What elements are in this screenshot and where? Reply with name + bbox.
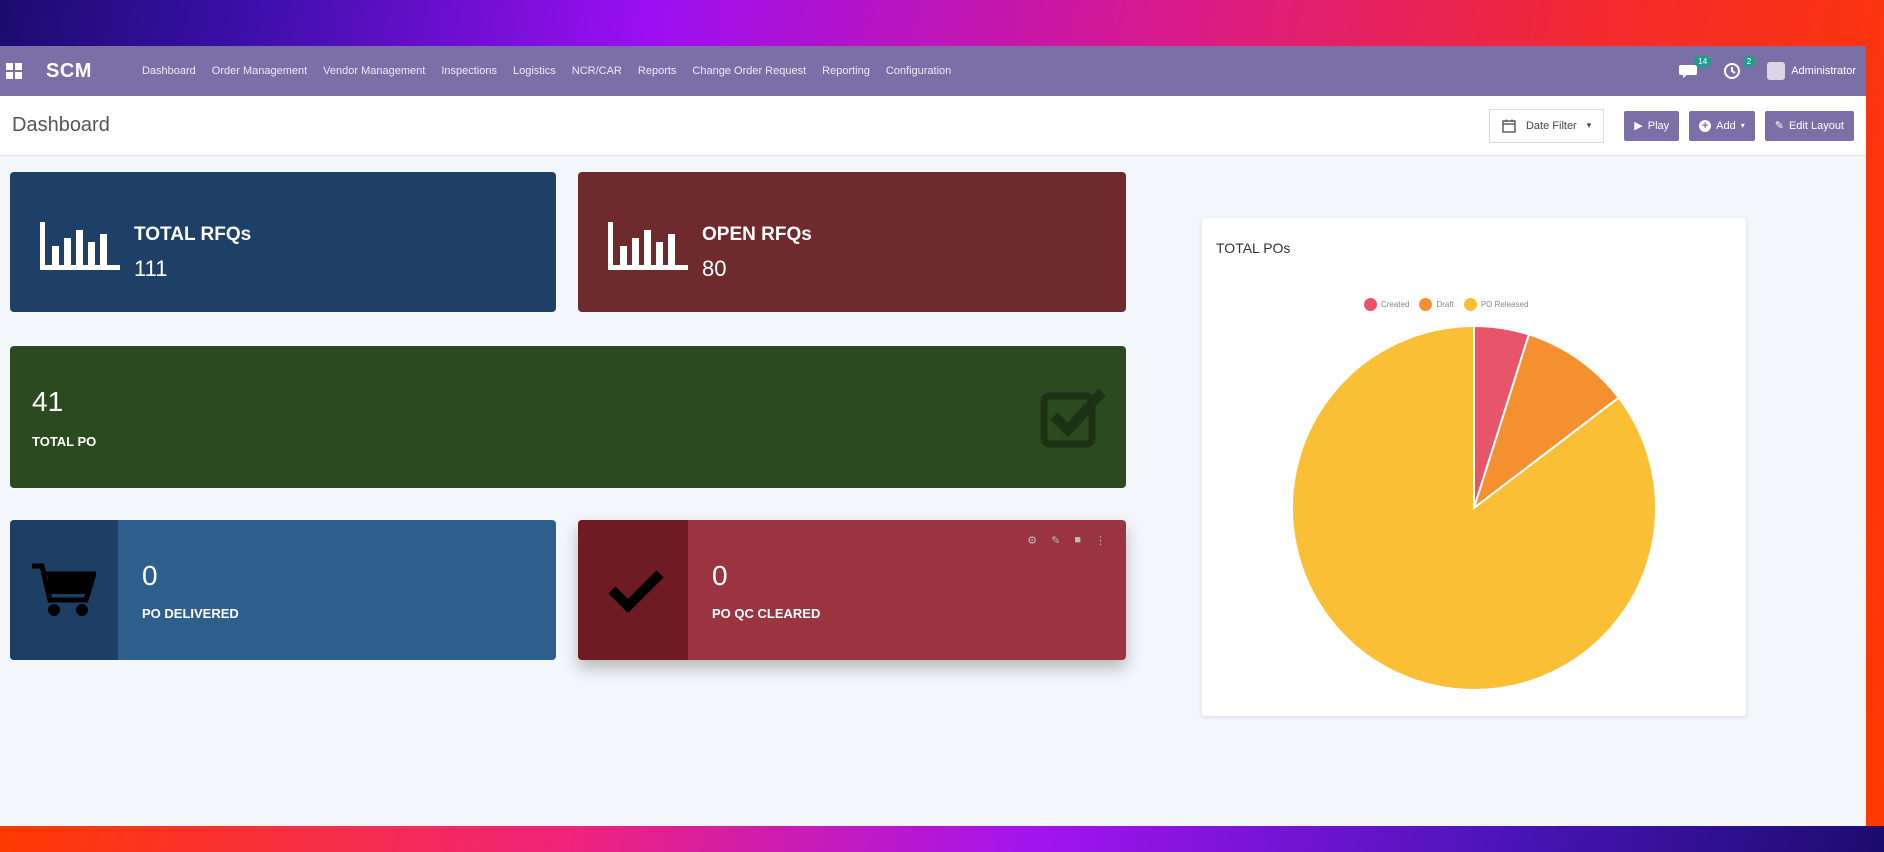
tile-value: 80 [702, 256, 727, 281]
menu-item-ncr-car[interactable]: NCR/CAR [572, 65, 622, 77]
menu-item-configuration[interactable]: Configuration [886, 65, 951, 77]
background-band [0, 826, 1884, 852]
activity-button[interactable]: 2 [1723, 56, 1756, 80]
activity-badge: 2 [1742, 56, 1756, 67]
caret-down-icon: ▾ [1740, 121, 1745, 130]
menu-item-change-order-request[interactable]: Change Order Request [692, 65, 806, 77]
tile-label: TOTAL RFQs [134, 224, 252, 245]
navbar-right: 14 2 Administrator [1679, 56, 1856, 80]
control-panel: Dashboard Date Filter ▾ ▶ Play + Add ▾ ✎… [0, 96, 1866, 156]
shopping-cart-icon [32, 563, 96, 616]
top-navbar: SCM Dashboard Order Management Vendor Ma… [0, 46, 1866, 96]
apps-menu-icon[interactable] [6, 63, 22, 79]
tile-value: 41 [32, 386, 64, 417]
avatar [1767, 62, 1786, 80]
edit-layout-label: Edit Layout [1788, 119, 1844, 132]
chart-card-total-pos: TOTAL POs Created Draft PO Released [1202, 218, 1746, 716]
checkmark-icon [608, 570, 664, 612]
pencil-icon[interactable]: ✎ [1051, 534, 1060, 547]
menu-item-inspections[interactable]: Inspections [441, 65, 497, 77]
tile-label: TOTAL PO [32, 434, 97, 449]
edit-layout-button[interactable]: ✎ Edit Layout [1764, 110, 1854, 141]
main-menu: Dashboard Order Management Vendor Manage… [142, 65, 951, 77]
caret-down-icon: ▾ [1586, 120, 1592, 130]
play-icon: ▶ [1634, 120, 1643, 132]
tile-open-rfqs[interactable]: OPEN RFQs 80 [578, 172, 1126, 312]
calendar-icon [1502, 119, 1516, 133]
menu-item-reporting[interactable]: Reporting [822, 65, 870, 77]
tile-total-po[interactable]: 41 TOTAL PO [10, 346, 1126, 488]
tile-value: 111 [134, 256, 168, 281]
control-panel-actions: Date Filter ▾ ▶ Play + Add ▾ ✎ Edit Layo… [1488, 108, 1854, 143]
drag-handle-icon[interactable]: ⋮ [1095, 534, 1106, 547]
menu-item-vendor-management[interactable]: Vendor Management [323, 65, 425, 77]
messages-badge: 14 [1694, 56, 1712, 67]
trash-icon[interactable]: ■ [1074, 534, 1081, 547]
page-title: Dashboard [12, 114, 110, 136]
tile-value: 0 [712, 560, 728, 591]
clock-icon [1724, 63, 1741, 79]
tile-value: 0 [142, 560, 158, 591]
tile-label: PO QC CLEARED [712, 606, 821, 621]
tile-po-qc-cleared[interactable]: ⚙ ✎ ■ ⋮ 0 PO QC CLEARED [578, 520, 1126, 660]
user-menu[interactable]: Administrator [1767, 62, 1856, 80]
tile-label: OPEN RFQs [702, 224, 812, 245]
play-button[interactable]: ▶ Play [1624, 110, 1680, 141]
tile-total-rfqs[interactable]: TOTAL RFQs 111 [10, 172, 556, 312]
pie-chart [1291, 324, 1657, 691]
date-filter-label: Date Filter [1525, 119, 1577, 132]
menu-item-reports[interactable]: Reports [638, 65, 677, 77]
tile-icon-panel [10, 520, 118, 660]
plus-circle-icon: + [1699, 119, 1712, 132]
menu-item-dashboard[interactable]: Dashboard [142, 65, 196, 77]
tile-label: PO DELIVERED [142, 606, 239, 621]
messages-button[interactable]: 14 [1679, 56, 1712, 80]
settings-icon[interactable]: ⚙ [1027, 534, 1037, 547]
tile-po-delivered[interactable]: 0 PO DELIVERED [10, 520, 556, 660]
add-button[interactable]: + Add ▾ [1689, 110, 1755, 141]
checkbox-checked-icon [1040, 388, 1106, 448]
date-filter-dropdown[interactable]: Date Filter ▾ [1488, 108, 1605, 143]
menu-item-logistics[interactable]: Logistics [513, 65, 556, 77]
bar-chart-icon [608, 222, 688, 270]
bar-chart-icon [40, 222, 120, 270]
tile-icon-panel [578, 520, 688, 660]
menu-item-order-management[interactable]: Order Management [212, 65, 307, 77]
tile-toolbar: ⚙ ✎ ■ ⋮ [1027, 534, 1106, 547]
pencil-icon: ✎ [1774, 120, 1784, 132]
brand-name[interactable]: SCM [46, 60, 92, 83]
play-label: Play [1647, 119, 1670, 132]
app-window: SCM Dashboard Order Management Vendor Ma… [0, 46, 1866, 826]
user-name: Administrator [1791, 65, 1856, 77]
add-label: Add [1716, 119, 1736, 132]
